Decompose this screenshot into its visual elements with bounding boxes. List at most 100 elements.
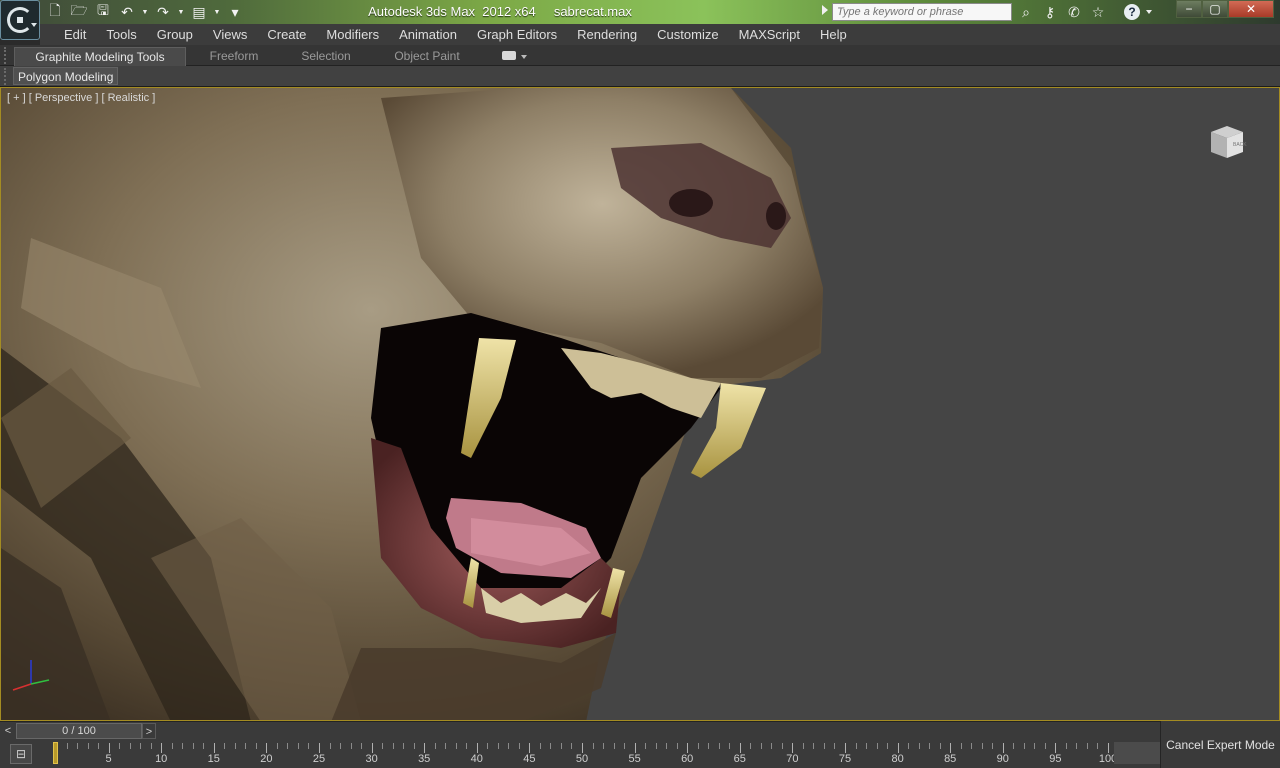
key-icon[interactable]: ⚷	[1040, 2, 1060, 22]
menu-tools[interactable]: Tools	[96, 24, 146, 45]
menu-customize[interactable]: Customize	[647, 24, 728, 45]
time-slider-prev-button[interactable]: <	[2, 723, 14, 739]
menu-bar: Edit Tools Group Views Create Modifiers …	[40, 24, 1280, 45]
undo-dropdown-icon[interactable]: ▼	[140, 2, 150, 22]
timeline-tick	[1013, 743, 1015, 749]
menu-graph-editors[interactable]: Graph Editors	[467, 24, 567, 45]
tab-object-paint[interactable]: Object Paint	[384, 47, 470, 66]
maximize-button[interactable]: ▢	[1202, 0, 1228, 18]
ribbon-tab-bar: Graphite Modeling Tools Freeform Selecti…	[0, 45, 1280, 66]
menu-maxscript[interactable]: MAXScript	[729, 24, 810, 45]
menu-rendering[interactable]: Rendering	[567, 24, 647, 45]
timeline-tick	[403, 743, 405, 749]
timeline-tick	[781, 743, 783, 749]
timeline-tick	[624, 743, 626, 749]
timeline-tick	[266, 743, 268, 753]
menu-views[interactable]: Views	[203, 24, 257, 45]
timeline-tick	[329, 743, 331, 749]
search-input[interactable]	[832, 3, 1012, 21]
track-bar-end	[1114, 742, 1160, 764]
menu-edit[interactable]: Edit	[54, 24, 96, 45]
chevron-down-icon[interactable]	[521, 55, 527, 59]
track-bar-filter-icon[interactable]: ⊟	[10, 744, 32, 764]
undo-icon[interactable]: ↶	[116, 2, 138, 22]
timeline-tick	[539, 743, 541, 749]
minimize-button[interactable]: −	[1176, 0, 1202, 18]
search-expand-icon[interactable]	[822, 5, 828, 15]
customize-icon[interactable]: ▾	[224, 2, 246, 22]
ribbon-display-icon[interactable]	[502, 51, 516, 60]
timeline-tick	[203, 743, 205, 749]
redo-dropdown-icon[interactable]: ▼	[176, 2, 186, 22]
project-folder-icon[interactable]: ▤	[188, 2, 210, 22]
timeline-tick-label: 40	[470, 753, 483, 765]
timeline-tick-label: 75	[838, 753, 852, 765]
timeline-tick	[992, 743, 994, 749]
timeline-tick	[140, 743, 142, 749]
application-button[interactable]	[0, 0, 40, 40]
save-icon[interactable]: 🖫	[92, 2, 114, 22]
timeline-tick	[77, 743, 79, 749]
timeline-tick	[603, 743, 605, 749]
menu-animation[interactable]: Animation	[389, 24, 467, 45]
ribbon-grip-handle[interactable]	[4, 47, 8, 64]
timeline-tick-label: 25	[312, 753, 326, 765]
tab-graphite-modeling-tools[interactable]: Graphite Modeling Tools	[14, 47, 186, 66]
timeline-tick	[508, 743, 510, 749]
timeline-tick	[308, 743, 310, 749]
perspective-viewport[interactable]: [ + ] [ Perspective ] [ Realistic ] BACK	[0, 87, 1280, 721]
viewport-label[interactable]: [ + ] [ Perspective ] [ Realistic ]	[7, 92, 155, 104]
cancel-expert-mode-button[interactable]: Cancel Expert Mode	[1160, 721, 1280, 768]
timeline-tick	[1076, 743, 1078, 749]
help-dropdown-icon[interactable]	[1146, 10, 1152, 14]
timeline-tick-label: 65	[733, 753, 746, 765]
timeline-tick	[950, 743, 952, 753]
timeline-tick-label: 45	[523, 753, 536, 765]
menu-help[interactable]: Help	[810, 24, 857, 45]
help-icon[interactable]: ?	[1124, 4, 1140, 20]
timeline-tick	[560, 743, 562, 749]
timeline-tick	[571, 743, 573, 749]
menu-create[interactable]: Create	[257, 24, 316, 45]
timeline-tick-label: 20	[260, 753, 273, 765]
star-icon[interactable]: ☆	[1088, 2, 1108, 22]
timeline-tick	[1002, 743, 1004, 753]
infocenter-tools: ⌕ ⚷ ✆ ☆	[1016, 2, 1108, 22]
timeline-tick	[224, 743, 226, 749]
timeline-tick	[255, 743, 257, 749]
panel-grip-handle[interactable]	[4, 68, 8, 85]
close-button[interactable]: ✕	[1228, 0, 1274, 18]
timeline-tick-label: 70	[786, 753, 799, 765]
quick-access-toolbar: 🗋 🗁 🖫 ↶ ▼ ↷ ▼ ▤ ▼ ▾	[44, 2, 246, 22]
viewcube-icon[interactable]: BACK	[1205, 124, 1247, 162]
timeline-tick	[340, 743, 342, 749]
tab-selection[interactable]: Selection	[290, 47, 362, 66]
time-slider-thumb[interactable]: 0 / 100	[16, 723, 142, 739]
new-file-icon[interactable]: 🗋	[44, 2, 66, 22]
project-dropdown-icon[interactable]: ▼	[212, 2, 222, 22]
timeline-tick	[1097, 743, 1099, 749]
timeline-tick	[750, 743, 752, 749]
menu-modifiers[interactable]: Modifiers	[316, 24, 389, 45]
current-frame-marker[interactable]	[53, 742, 58, 764]
track-bar: ⊟ 5 10 15 20 25 30 35 40 45 50 55 60 65 70 75 80 85 90 95 1…	[0, 740, 1160, 768]
timeline-tick	[760, 743, 762, 749]
polygon-modeling-panel-button[interactable]: Polygon Modeling	[13, 67, 119, 85]
satellite-icon[interactable]: ✆	[1064, 2, 1084, 22]
timeline-tick	[676, 743, 678, 749]
time-slider-next-button[interactable]: >	[142, 723, 156, 739]
menu-group[interactable]: Group	[147, 24, 203, 45]
redo-icon[interactable]: ↷	[152, 2, 174, 22]
binoculars-icon[interactable]: ⌕	[1016, 2, 1036, 22]
timeline-tick	[866, 743, 868, 749]
tab-freeform[interactable]: Freeform	[196, 47, 272, 66]
open-folder-icon[interactable]: 🗁	[68, 2, 90, 22]
timeline-tick	[350, 743, 352, 749]
timeline-tick	[382, 743, 384, 749]
track-bar-timeline[interactable]: 5 10 15 20 25 30 35 40 45 50 55 60 65 70 75 80 85 90 95 100	[52, 740, 1117, 768]
timeline-tick	[1108, 743, 1109, 753]
timeline-tick	[1086, 743, 1088, 749]
timeline-tick	[876, 743, 878, 749]
timeline-tick-label: 60	[681, 753, 694, 765]
timeline-tick	[276, 743, 278, 749]
